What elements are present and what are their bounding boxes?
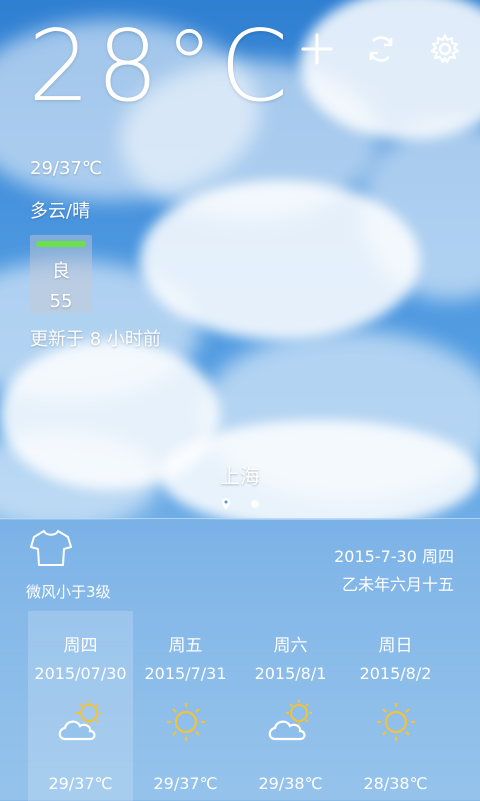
- forecast-date: 2015/8/2: [359, 664, 432, 683]
- current-info: 29/37℃ 多云/晴 良 55 更新于 8 小时前: [30, 158, 161, 351]
- aqi-level-bar: [36, 241, 86, 247]
- forecast-day[interactable]: 周六 2015/8/1 29/38℃: [238, 611, 343, 801]
- forecast-temp-range: 29/37℃: [48, 774, 113, 793]
- plus-icon[interactable]: [300, 32, 334, 66]
- location-pin-icon: [222, 498, 230, 510]
- sun-icon: [166, 703, 205, 741]
- forecast-day[interactable]: 周五 2015/7/31 29/37℃: [133, 611, 238, 801]
- solar-date: 2015-7-30 周四: [334, 547, 454, 566]
- today-temp-range: 29/37℃: [30, 158, 103, 179]
- current-temperature: 28°C: [28, 10, 295, 124]
- bottom-panel: 微风小于3级 2015-7-30 周四 乙未年六月十五 周四 2015/07/3…: [0, 518, 480, 801]
- forecast-date: 2015/7/31: [144, 664, 227, 683]
- date-block: 2015-7-30 周四 乙未年六月十五: [334, 543, 454, 599]
- cloud-sun-icon: [268, 700, 312, 741]
- page-dot: [251, 500, 259, 508]
- shirt-icon[interactable]: [30, 529, 72, 567]
- forecast-list: 周四 2015/07/30 29/37℃ 周五 2015/7/31 29/37℃: [28, 611, 468, 801]
- gear-icon[interactable]: [428, 32, 462, 66]
- weather-condition: 多云/晴: [30, 201, 91, 222]
- forecast-temp-range: 28/38℃: [363, 774, 428, 793]
- city-name: 上海: [220, 464, 260, 488]
- page-indicator: [0, 498, 480, 510]
- aqi-level: 良: [52, 261, 70, 282]
- forecast-day[interactable]: 周日 2015/8/2 28/38℃: [343, 611, 448, 801]
- forecast-day[interactable]: 周四 2015/07/30 29/37℃: [28, 611, 133, 801]
- wind-info: 微风小于3级: [26, 583, 111, 601]
- forecast-weekday: 周四: [63, 636, 98, 656]
- lunar-date: 乙未年六月十五: [341, 575, 454, 594]
- refresh-icon[interactable]: [364, 32, 398, 66]
- forecast-weekday: 周六: [273, 636, 308, 656]
- aqi-value: 55: [49, 291, 73, 312]
- forecast-weekday: 周五: [168, 636, 203, 656]
- update-time: 更新于 8 小时前: [30, 329, 161, 350]
- forecast-date: 2015/07/30: [34, 664, 127, 683]
- forecast-temp-range: 29/38℃: [258, 774, 323, 793]
- sun-icon: [376, 703, 415, 741]
- toolbar: [300, 32, 462, 66]
- forecast-date: 2015/8/1: [254, 664, 327, 683]
- forecast-weekday: 周日: [378, 636, 413, 656]
- forecast-temp-range: 29/37℃: [153, 774, 218, 793]
- cloud-sun-icon: [58, 700, 102, 741]
- aqi-card[interactable]: 良 55: [30, 235, 92, 313]
